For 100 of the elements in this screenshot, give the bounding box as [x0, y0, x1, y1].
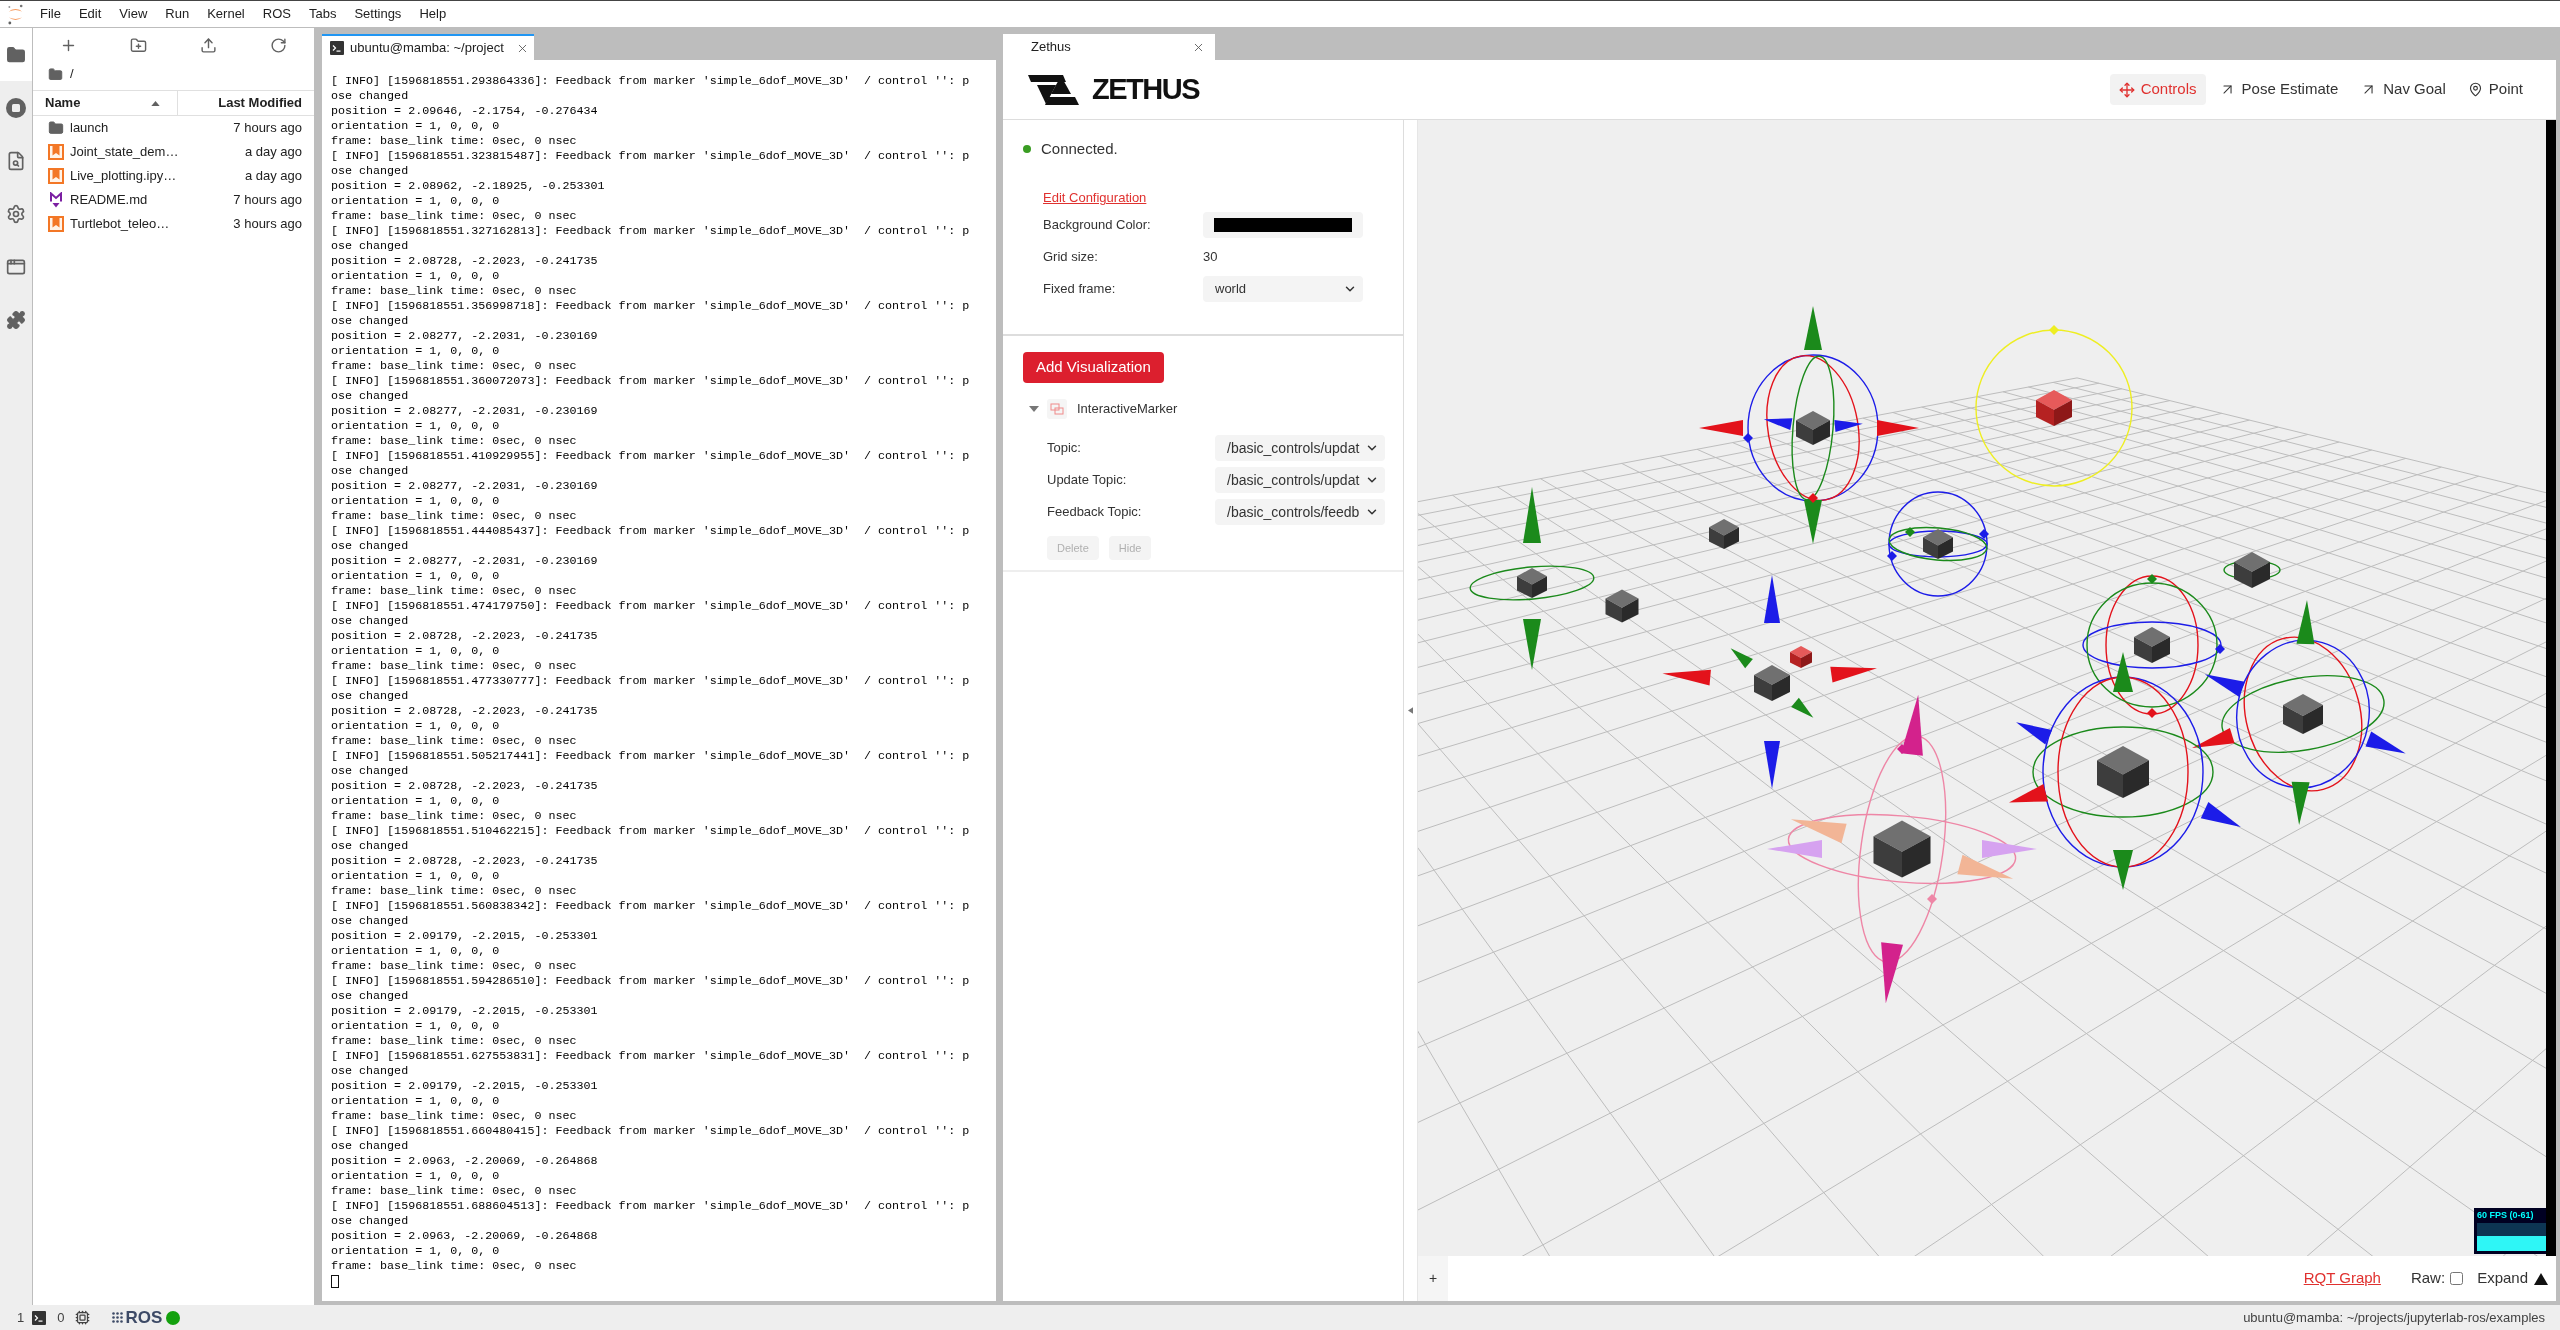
terminal-line: frame: base_link time: 0sec, 0 nsec	[331, 659, 577, 674]
gear-icon	[6, 203, 26, 224]
terminal-line: orientation = 1, 0, 0, 0	[331, 719, 500, 734]
menu-item[interactable]: ROS	[262, 4, 291, 24]
edit-configuration-link[interactable]: Edit Configuration	[1043, 188, 1147, 208]
terminal-line: [ INFO] [1596818551.474179750]: Feedback from marker 'simple_6dof_MOVE_3D' / control '': p	[331, 599, 970, 614]
folder-icon	[6, 44, 26, 65]
terminal-line: position = 2.08277, -2.2031, -0.230169	[331, 404, 598, 419]
logo-icon[interactable]	[7, 3, 24, 25]
terminal-line: [ INFO] [1596818551.293864336]: Feedback from marker 'simple_6dof_MOVE_3D' / control '': p	[331, 74, 970, 89]
stacked-squares-icon	[1047, 399, 1067, 419]
terminal-tab[interactable]: ubuntu@mamba: ~/project	[322, 34, 534, 60]
terminal-line: position = 2.09179, -2.2015, -0.253301	[331, 1079, 598, 1094]
terminal-line: position = 2.08728, -2.2023, -0.241735	[331, 854, 598, 869]
file-row[interactable]: Joint_state_dem… a day ago	[33, 140, 314, 164]
terminal-line: orientation = 1, 0, 0, 0	[331, 344, 500, 359]
fps-meter[interactable]: 60 FPS (0-61)	[2474, 1208, 2546, 1254]
terminal-line: ose changed	[331, 989, 409, 1004]
terminal-line: frame: base_link time: 0sec, 0 nsec	[331, 734, 577, 749]
add-visualization-button[interactable]: Add Visualization	[1023, 352, 1164, 383]
toolbar-button[interactable]: Pose Estimate	[2209, 74, 2348, 105]
terminal-line: position = 2.0963, -2.20069, -0.264868	[331, 1229, 598, 1244]
terminal-line: position = 2.08728, -2.2023, -0.241735	[331, 629, 598, 644]
dropdown-select[interactable]: world	[1203, 276, 1363, 302]
terminal-line: orientation = 1, 0, 0, 0	[331, 119, 500, 134]
file-name: launch	[70, 119, 109, 138]
notebook-icon	[48, 144, 64, 160]
visualization-name: InteractiveMarker	[1077, 400, 1178, 419]
terminal-line: frame: base_link time: 0sec, 0 nsec	[331, 359, 577, 374]
file-row[interactable]: Live_plotting.ipy… a day ago	[33, 164, 314, 188]
menu-item[interactable]: File	[40, 4, 61, 24]
terminal-line: frame: base_link time: 0sec, 0 nsec	[331, 959, 577, 974]
file-row[interactable]: README.md 7 hours ago	[33, 188, 314, 212]
terminal-line: [ INFO] [1596818551.594286510]: Feedback from marker 'simple_6dof_MOVE_3D' / control '': p	[331, 974, 970, 989]
raw-label: Raw:	[2410, 1268, 2446, 1289]
field-label: Background Color:	[1043, 216, 1152, 235]
terminal-line: position = 2.0963, -2.20069, -0.264868	[331, 1154, 598, 1169]
terminal-line: ose changed	[331, 1214, 409, 1229]
terminal-line: position = 2.08277, -2.2031, -0.230169	[331, 329, 598, 344]
terminal-line: position = 2.08728, -2.2023, -0.241735	[331, 254, 598, 269]
file-name: Joint_state_dem…	[70, 143, 179, 162]
field-value: 30	[1203, 248, 1218, 267]
field-label: Update Topic:	[1047, 471, 1128, 490]
notebook-icon	[48, 216, 64, 232]
terminal-line: ose changed	[331, 914, 409, 929]
add-panel-button[interactable]: +	[1418, 1256, 1448, 1301]
menu-item[interactable]: Edit	[78, 4, 102, 24]
color-picker[interactable]	[1203, 212, 1363, 238]
terminal-cursor	[331, 1275, 339, 1288]
folder-icon	[48, 66, 63, 82]
dropdown-select[interactable]: /basic_controls/feedb	[1215, 499, 1385, 525]
breadcrumb-link[interactable]: /	[70, 64, 74, 84]
menu-item[interactable]: View	[119, 4, 148, 24]
terminal-line: orientation = 1, 0, 0, 0	[331, 1244, 500, 1259]
terminal-line: [ INFO] [1596818551.444085437]: Feedback from marker 'simple_6dof_MOVE_3D' / control '': p	[331, 524, 970, 539]
toolbar-button[interactable]: Nav Goal	[2351, 74, 2455, 105]
toolbar-button[interactable]: Controls	[2109, 74, 2206, 105]
rqt-graph-link[interactable]: RQT Graph	[2303, 1267, 2381, 1290]
terminal-line: position = 2.08962, -2.18925, -0.253301	[331, 179, 605, 194]
file-row[interactable]: Turtlebot_teleo… 3 hours ago	[33, 212, 314, 236]
terminal-line: ose changed	[331, 464, 409, 479]
viewport-canvas[interactable]: 60 FPS (0-61)	[1418, 120, 2556, 1256]
caret-down-icon[interactable]	[1029, 404, 1039, 414]
zethus-tab[interactable]: Zethus	[1003, 34, 1215, 60]
sidebar-tab[interactable]	[0, 28, 32, 81]
terminal-line: orientation = 1, 0, 0, 0	[331, 869, 500, 884]
file-row[interactable]: launch 7 hours ago	[33, 116, 314, 140]
terminal-line: orientation = 1, 0, 0, 0	[331, 1019, 500, 1034]
terminal-line: [ INFO] [1596818551.688604513]: Feedback from marker 'simple_6dof_MOVE_3D' / control '': p	[331, 1199, 970, 1214]
terminal-line: ose changed	[331, 689, 409, 704]
menu-item[interactable]: Settings	[354, 4, 402, 24]
menu-item[interactable]: Tabs	[308, 4, 337, 24]
toolbar-button[interactable]: Point	[2458, 74, 2532, 105]
terminal-line: position = 2.09646, -2.1754, -0.276434	[331, 104, 598, 119]
menu-item[interactable]: Run	[165, 4, 190, 24]
raw-checkbox[interactable]	[2450, 1272, 2464, 1285]
menu-item[interactable]: Help	[419, 4, 447, 24]
file-search-icon	[6, 150, 26, 171]
terminal-line: orientation = 1, 0, 0, 0	[331, 494, 500, 509]
dropdown-select[interactable]: /basic_controls/updat	[1215, 435, 1385, 461]
column-header[interactable]: Last Modified	[178, 91, 314, 115]
dropdown-select[interactable]: /basic_controls/updat	[1215, 467, 1385, 493]
terminal-line: frame: base_link time: 0sec, 0 nsec	[331, 584, 577, 599]
terminal-line: ose changed	[331, 539, 409, 554]
terminal-line: frame: base_link time: 0sec, 0 nsec	[331, 1034, 577, 1049]
caret-left-icon	[1408, 707, 1413, 714]
terminal-line: orientation = 1, 0, 0, 0	[331, 419, 500, 434]
terminal-line: orientation = 1, 0, 0, 0	[331, 644, 500, 659]
logo-text: ZETHUS	[1092, 75, 1199, 104]
column-header[interactable]: Name	[33, 91, 178, 115]
expand-button[interactable]: Expand	[2477, 1267, 2548, 1290]
file-name: Live_plotting.ipy…	[70, 167, 177, 186]
caret-up-icon	[2534, 1272, 2548, 1285]
menu-item[interactable]: Kernel	[207, 4, 245, 24]
stop-circle-icon	[6, 97, 26, 118]
terminal-line: ose changed	[331, 764, 409, 779]
terminal-line: position = 2.08277, -2.2031, -0.230169	[331, 479, 598, 494]
ros-label[interactable]: ROS	[125, 1304, 163, 1330]
terminal-line: position = 2.08277, -2.2031, -0.230169	[331, 554, 598, 569]
grip-dots-icon	[112, 1312, 124, 1323]
